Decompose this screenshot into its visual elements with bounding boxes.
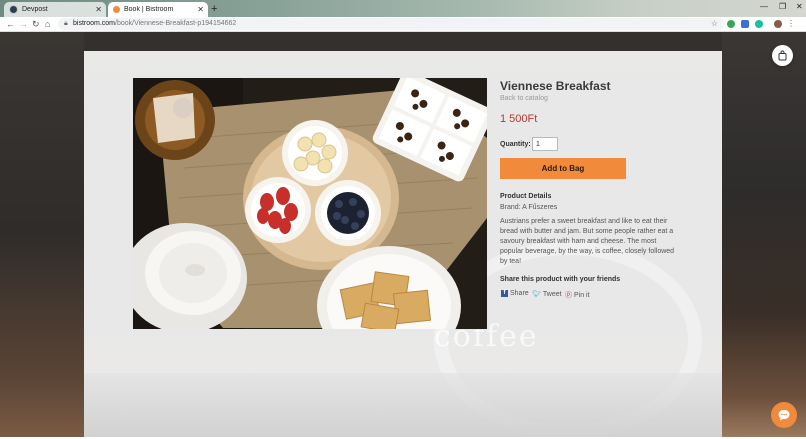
chat-icon [778,410,790,421]
browser-tab-strip: Devpost ✕ Book | Bistroom ✕ + — ❐ ✕ [0,0,806,17]
devpost-favicon-icon [9,5,18,14]
url-host: bistroom.com [73,20,116,27]
extension-green-icon[interactable] [727,20,735,28]
home-icon[interactable]: ⌂ [45,18,50,30]
close-window-icon[interactable]: ✕ [796,2,803,11]
reload-icon[interactable]: ↻ [32,18,40,30]
browser-toolbar: ← → ↻ ⌂ 🔒︎ bistroom.com/book/Viennese-Br… [0,17,806,32]
quantity-input[interactable] [532,137,558,151]
bag-icon [778,50,787,61]
bookmark-star-icon[interactable]: ☆ [711,18,718,30]
chat-float-button[interactable] [771,402,797,428]
tab-title: Book | Bistroom [124,6,174,13]
background-fade [84,373,722,437]
facebook-share-label: Share [510,290,529,297]
url-text: bistroom.com/book/Viennese-Breakfast-p19… [73,18,236,30]
address-bar[interactable]: 🔒︎ bistroom.com/book/Viennese-Breakfast-… [58,18,724,30]
lock-icon: 🔒︎ [64,20,68,27]
cart-float-button[interactable] [772,45,793,66]
pinterest-icon: ⓟ [565,292,572,299]
twitter-tweet-button[interactable]: 🐦︎ Tweet [532,290,562,299]
profile-avatar[interactable] [774,20,782,28]
close-tab-icon[interactable]: ✕ [95,5,102,14]
share-heading: Share this product with your friends [500,276,621,283]
add-to-bag-button[interactable]: Add to Bag [500,158,626,179]
bistroom-favicon-icon [113,6,120,13]
facebook-share-button[interactable]: f Share [501,290,529,297]
extension-translate-icon[interactable] [741,20,749,28]
menu-icon[interactable]: ⋮ [787,20,795,28]
maximize-icon[interactable]: ❐ [779,2,786,11]
background-photo-right [722,32,806,437]
facebook-icon: f [501,290,508,297]
twitter-icon: 🐦︎ [532,291,541,298]
close-tab-icon[interactable]: ✕ [197,5,204,14]
twitter-tweet-label: Tweet [542,290,562,298]
tab-title: Devpost [22,6,48,13]
minimize-icon[interactable]: — [760,2,768,11]
back-icon[interactable]: ← [6,18,15,30]
pinterest-pin-button[interactable]: ⓟ Pin it [565,290,590,300]
background-photo-left [0,32,84,437]
back-to-catalog-link[interactable]: Back to catalog [500,95,548,102]
quantity-label: Quantity: [500,141,531,148]
url-path: /book/Viennese-Breakfast-p194154662 [115,20,237,27]
product-title: Viennese Breakfast [500,79,611,93]
product-brand: Brand: A Fűszeres [500,204,558,211]
tab-bistroom[interactable]: Book | Bistroom ✕ [108,2,208,17]
extension-grammarly-icon[interactable] [755,20,763,28]
tab-devpost[interactable]: Devpost ✕ [4,2,106,17]
product-description: Austrians prefer a sweet breakfast and l… [500,218,675,265]
pinterest-pin-label: Pin it [574,291,590,299]
product-details-heading: Product Details [500,193,552,200]
forward-icon[interactable]: → [19,18,28,30]
product-image [133,78,487,329]
new-tab-button[interactable]: + [211,2,217,16]
product-price: 1 500Ft [500,113,538,125]
